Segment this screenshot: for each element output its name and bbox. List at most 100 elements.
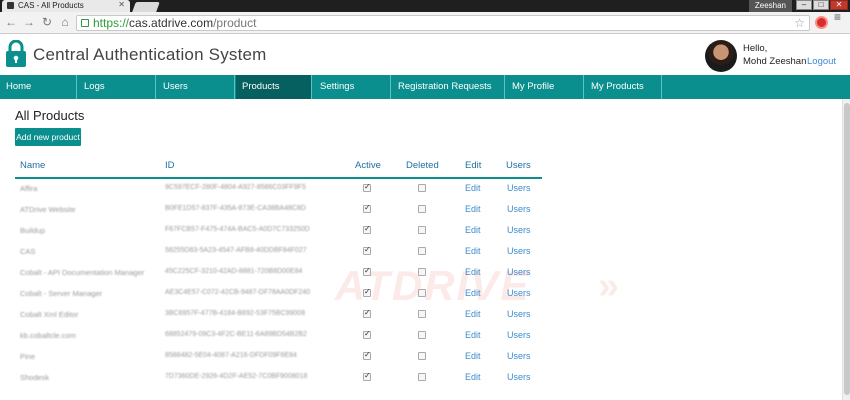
active-checkbox[interactable] <box>363 245 371 255</box>
address-bar[interactable]: https://cas.atdrive.com/product ☆ <box>76 15 810 31</box>
column-header-active: Active <box>355 160 381 171</box>
reload-icon[interactable]: ↻ <box>40 15 54 29</box>
edit-link[interactable]: Edit <box>465 246 481 256</box>
users-link[interactable]: Users <box>507 204 531 214</box>
edit-link[interactable]: Edit <box>465 372 481 382</box>
active-checkbox[interactable] <box>363 371 371 381</box>
nav-item-settings[interactable]: Settings <box>314 75 391 99</box>
browser-user-badge[interactable]: Zeeshan <box>748 0 792 12</box>
table-row: Cobalt Xml Editor 3BC6957F-477B-4184-B892… <box>0 306 850 327</box>
nav-item-users[interactable]: Users <box>157 75 235 99</box>
table-row: Shodesk 7D7360DE-2926-4D2F-AE52-7C0BF9008… <box>0 369 850 390</box>
bookmark-star-icon[interactable]: ☆ <box>794 16 805 30</box>
product-id: 9C597ECF-280F-4804-A927-8586C03FF9F5 <box>165 184 306 191</box>
edit-link[interactable]: Edit <box>465 183 481 193</box>
nav-item-my-products[interactable]: My Products <box>585 75 662 99</box>
users-link[interactable]: Users <box>507 225 531 235</box>
logout-link[interactable]: Logout <box>807 56 836 67</box>
nav-item-logs[interactable]: Logs <box>78 75 156 99</box>
product-name: kb.cobaltcle.com <box>20 331 76 340</box>
users-link[interactable]: Users <box>507 309 531 319</box>
table-header-divider <box>15 177 542 179</box>
table-row: CAS 58255D83-5A23-4547-AFB8-40DDBF84F027 E… <box>0 243 850 264</box>
active-checkbox[interactable] <box>363 350 371 360</box>
column-header-id: ID <box>165 160 175 171</box>
deleted-checkbox[interactable] <box>418 289 426 297</box>
url-path: /product <box>213 16 257 30</box>
edit-link[interactable]: Edit <box>465 309 481 319</box>
product-name: Shodesk <box>20 373 50 382</box>
window-minimize-icon[interactable]: – <box>796 0 812 10</box>
edit-link[interactable]: Edit <box>465 225 481 235</box>
window-close-icon[interactable]: ✕ <box>830 0 848 10</box>
product-id: 8588482-5E04-4087-A216-DFDF09F6E84 <box>165 352 297 359</box>
browser-menu-icon[interactable]: ≡ <box>834 11 844 23</box>
product-id: 58255D83-5A23-4547-AFB8-40DDBF84F027 <box>165 247 307 254</box>
column-header-name: Name <box>20 160 46 171</box>
page-scrollbar[interactable] <box>842 99 850 400</box>
avatar[interactable] <box>705 40 737 72</box>
deleted-checkbox[interactable] <box>418 247 426 255</box>
product-name: Cobalt - API Documentation Manager <box>20 268 145 277</box>
product-name: Buildup <box>20 226 46 235</box>
users-link[interactable]: Users <box>507 351 531 361</box>
table-row: Pine 8588482-5E04-4087-A216-DFDF09F6E84 Ed… <box>0 348 850 369</box>
active-checkbox[interactable] <box>363 329 371 339</box>
new-tab-button[interactable] <box>132 2 160 12</box>
product-name: Pine <box>20 352 36 361</box>
edit-link[interactable]: Edit <box>465 267 481 277</box>
users-link[interactable]: Users <box>507 246 531 256</box>
edit-link[interactable]: Edit <box>465 330 481 340</box>
back-arrow-icon[interactable]: ← <box>4 15 18 29</box>
edit-link[interactable]: Edit <box>465 288 481 298</box>
active-checkbox[interactable] <box>363 182 371 192</box>
active-checkbox[interactable] <box>363 224 371 234</box>
active-checkbox[interactable] <box>363 266 371 276</box>
table-row: Cobalt - Server Manager AE3C4E57-C072-42C… <box>0 285 850 306</box>
nav-item-home[interactable]: Home <box>0 75 77 99</box>
active-checkbox[interactable] <box>363 203 371 213</box>
add-product-button[interactable]: Add new product <box>15 128 81 146</box>
table-row: kb.cobaltcle.com 68852479-09C3-4F2C-BE11-… <box>0 327 850 348</box>
url-host: cas.atdrive.com <box>129 16 214 30</box>
scrollbar-thumb[interactable] <box>844 103 850 395</box>
nav-item-products[interactable]: Products <box>236 75 312 99</box>
deleted-checkbox[interactable] <box>418 352 426 360</box>
tab-close-icon[interactable]: ✕ <box>118 0 125 9</box>
window-maximize-icon[interactable]: □ <box>813 0 829 10</box>
users-link[interactable]: Users <box>507 330 531 340</box>
extension-icon[interactable] <box>815 16 828 29</box>
users-link[interactable]: Users <box>507 288 531 298</box>
product-name: ATDrive Website <box>20 205 76 214</box>
deleted-checkbox[interactable] <box>418 310 426 318</box>
column-header-users: Users <box>506 160 531 171</box>
product-id: B0FE1D57-837F-435A-873E-CA38BA48C8D <box>165 205 306 212</box>
deleted-checkbox[interactable] <box>418 331 426 339</box>
main-nav: Home Logs Users Products Settings Regist… <box>0 75 850 116</box>
app-title: Central Authentication System <box>33 45 267 64</box>
deleted-checkbox[interactable] <box>418 184 426 192</box>
deleted-checkbox[interactable] <box>418 226 426 234</box>
deleted-checkbox[interactable] <box>418 205 426 213</box>
edit-link[interactable]: Edit <box>465 204 481 214</box>
deleted-checkbox[interactable] <box>418 373 426 381</box>
users-link[interactable]: Users <box>507 267 531 277</box>
product-id: 45C225CF-3210-42AD-8881-720B8D00E84 <box>165 268 303 275</box>
edit-link[interactable]: Edit <box>465 351 481 361</box>
greeting-text: Hello, <box>743 43 768 54</box>
deleted-checkbox[interactable] <box>418 268 426 276</box>
active-checkbox[interactable] <box>363 308 371 318</box>
product-id: AE3C4E57-C072-42CB-9487-DF78AA0DF240 <box>165 289 311 296</box>
product-name: Affira <box>20 184 38 193</box>
browser-tab[interactable]: CAS - All Products ✕ <box>2 0 130 12</box>
active-checkbox[interactable] <box>363 287 371 297</box>
users-link[interactable]: Users <box>507 372 531 382</box>
users-link[interactable]: Users <box>507 183 531 193</box>
column-header-edit: Edit <box>465 160 482 171</box>
home-icon[interactable]: ⌂ <box>58 15 72 29</box>
username-text: Mohd Zeeshan <box>743 56 807 67</box>
nav-item-my-profile[interactable]: My Profile <box>506 75 584 99</box>
table-row: Cobalt - API Documentation Manager 45C225… <box>0 264 850 285</box>
nav-item-registration-requests[interactable]: Registration Requests (0) <box>392 75 505 116</box>
forward-arrow-icon[interactable]: → <box>22 15 36 29</box>
